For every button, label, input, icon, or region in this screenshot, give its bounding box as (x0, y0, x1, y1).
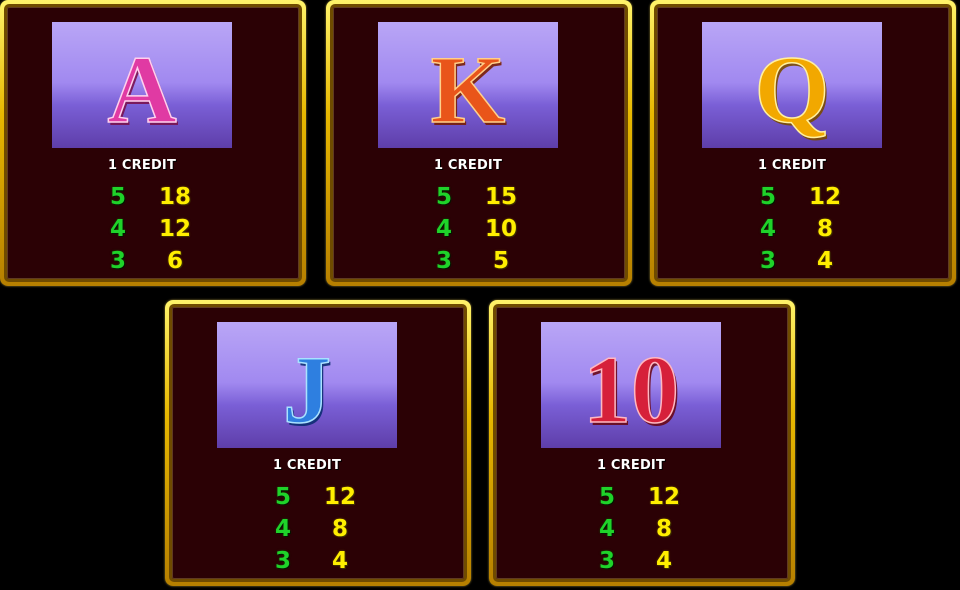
pay-row: 5 12 (657, 182, 927, 212)
symbol-count: 4 (274, 516, 291, 542)
symbol-j-tile: J J (217, 322, 397, 448)
credit-label: 1 CREDIT (433, 158, 503, 173)
pay-row: 5 18 (7, 182, 277, 212)
pay-row: 3 5 (333, 246, 603, 276)
credit-label: 1 CREDIT (107, 158, 177, 173)
symbol-count: 3 (109, 248, 126, 274)
symbol-k-tile: K K (378, 22, 558, 148)
letter-q-icon: Q Q (754, 35, 831, 146)
payout-value: 4 (331, 548, 348, 574)
symbol-10-tile: 10 10 (541, 322, 721, 448)
payout-value: 5 (492, 248, 509, 274)
paytable-card-10: 10 10 1 CREDIT 5 12 4 8 3 4 (489, 300, 795, 586)
card-panel: 10 10 1 CREDIT 5 12 4 8 3 4 (493, 304, 791, 582)
symbol-count: 4 (598, 516, 615, 542)
payout-value: 8 (655, 516, 672, 542)
credit-label: 1 CREDIT (596, 458, 666, 473)
payout-value: 8 (331, 516, 348, 542)
svg-text:K: K (431, 36, 506, 143)
pay-row: 4 10 (333, 214, 603, 244)
payout-value: 12 (158, 216, 191, 242)
card-panel: J J 1 CREDIT 5 12 4 8 3 4 (169, 304, 467, 582)
symbol-count: 5 (759, 184, 776, 210)
pay-row: 5 15 (333, 182, 603, 212)
symbol-count: 5 (274, 484, 291, 510)
payout-value: 10 (484, 216, 517, 242)
credit-label: 1 CREDIT (272, 458, 342, 473)
pay-row: 4 12 (7, 214, 277, 244)
payout-value: 18 (158, 184, 191, 210)
pay-row: 4 8 (496, 514, 766, 544)
credit-label: 1 CREDIT (757, 158, 827, 173)
symbol-count: 4 (109, 216, 126, 242)
symbol-count: 3 (274, 548, 291, 574)
symbol-count: 5 (109, 184, 126, 210)
svg-text:10: 10 (583, 336, 679, 443)
paytable-card-a: A A 1 CREDIT 5 18 4 12 3 6 (0, 0, 306, 286)
svg-text:Q: Q (755, 36, 830, 143)
symbol-count: 3 (598, 548, 615, 574)
symbol-count: 3 (759, 248, 776, 274)
pay-row: 3 4 (496, 546, 766, 576)
pay-row: 5 12 (496, 482, 766, 512)
card-panel: Q Q 1 CREDIT 5 12 4 8 3 4 (654, 4, 952, 282)
pay-row: 4 8 (172, 514, 442, 544)
paytable-card-k: K K 1 CREDIT 5 15 4 10 3 5 (326, 0, 632, 286)
payout-value: 8 (816, 216, 833, 242)
payout-value: 15 (484, 184, 517, 210)
pay-row: 3 4 (657, 246, 927, 276)
letter-k-icon: K K (430, 35, 507, 146)
paytable-card-j: J J 1 CREDIT 5 12 4 8 3 4 (165, 300, 471, 586)
number-ten-icon: 10 10 (582, 335, 681, 446)
payout-value: 6 (166, 248, 183, 274)
svg-text:J: J (283, 336, 331, 443)
pay-row: 3 4 (172, 546, 442, 576)
symbol-count: 3 (435, 248, 452, 274)
paytable-card-q: Q Q 1 CREDIT 5 12 4 8 3 4 (650, 0, 956, 286)
payout-value: 12 (808, 184, 841, 210)
symbol-count: 4 (435, 216, 452, 242)
letter-j-icon: J J (282, 335, 333, 446)
pay-row: 5 12 (172, 482, 442, 512)
payout-value: 4 (816, 248, 833, 274)
symbol-a-tile: A A (52, 22, 232, 148)
letter-a-icon: A A (107, 35, 179, 146)
card-panel: A A 1 CREDIT 5 18 4 12 3 6 (4, 4, 302, 282)
pay-row: 4 8 (657, 214, 927, 244)
svg-text:A: A (107, 36, 176, 143)
symbol-count: 5 (435, 184, 452, 210)
card-panel: K K 1 CREDIT 5 15 4 10 3 5 (330, 4, 628, 282)
symbol-count: 4 (759, 216, 776, 242)
pay-row: 3 6 (7, 246, 277, 276)
payout-value: 12 (323, 484, 356, 510)
symbol-count: 5 (598, 484, 615, 510)
payout-value: 12 (647, 484, 680, 510)
payout-value: 4 (655, 548, 672, 574)
symbol-q-tile: Q Q (702, 22, 882, 148)
